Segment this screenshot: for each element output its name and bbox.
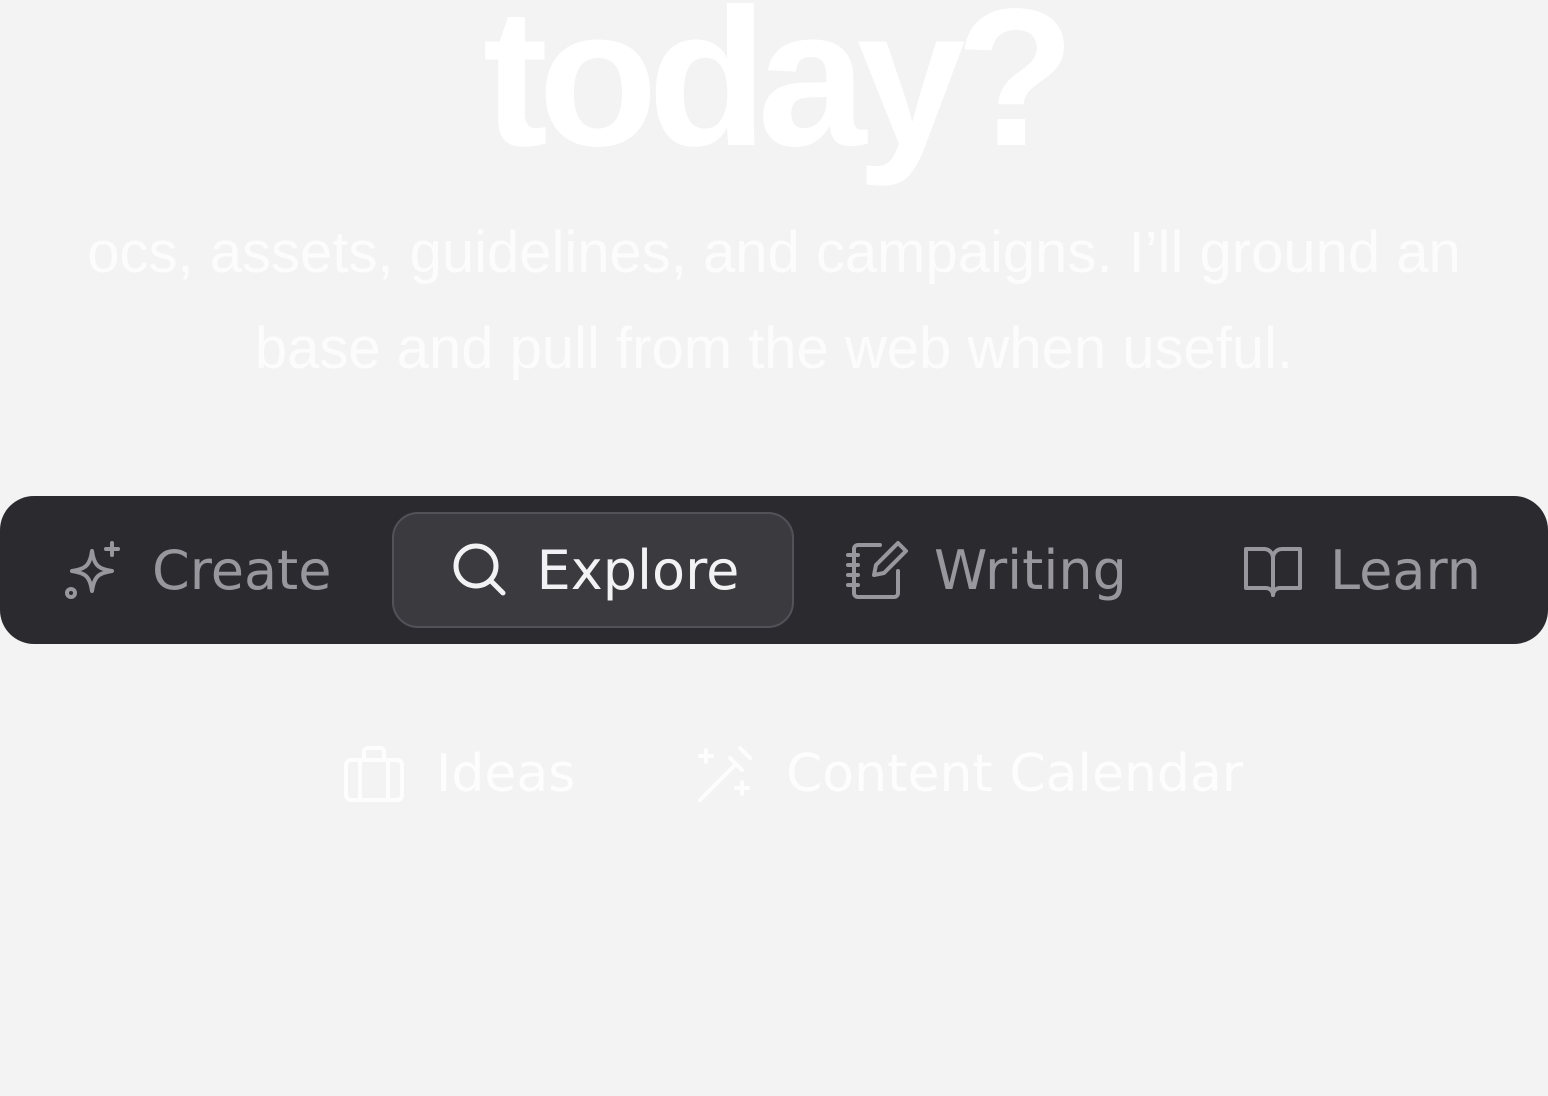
sparkles-icon xyxy=(62,537,128,603)
tab-learn-label: Learn xyxy=(1330,538,1481,602)
open-book-icon xyxy=(1240,537,1306,603)
tab-learn[interactable]: Learn xyxy=(1240,512,1481,628)
search-icon xyxy=(447,537,513,603)
tab-writing[interactable]: Writing xyxy=(844,512,1127,628)
tab-create[interactable]: Create xyxy=(62,512,331,628)
tab-writing-label: Writing xyxy=(934,538,1127,602)
hero-title: today? xyxy=(482,0,1075,187)
magic-wand-icon xyxy=(692,742,756,806)
briefcase-icon xyxy=(342,742,406,806)
ideas-button[interactable]: Ideas xyxy=(342,732,575,816)
notebook-pen-icon xyxy=(844,537,910,603)
tab-explore-label: Explore xyxy=(536,538,740,602)
hero-subtitle-line-1: ocs, assets, guidelines, and campaigns. … xyxy=(87,220,1461,285)
hero-subtitle-line-2: base and pull from the web when useful. xyxy=(254,316,1294,381)
tab-create-label: Create xyxy=(152,538,332,602)
content-calendar-label: Content Calendar xyxy=(786,744,1244,804)
content-calendar-button[interactable]: Content Calendar xyxy=(692,732,1243,816)
ideas-label: Ideas xyxy=(436,744,576,804)
tab-explore[interactable]: Explore xyxy=(392,512,794,628)
